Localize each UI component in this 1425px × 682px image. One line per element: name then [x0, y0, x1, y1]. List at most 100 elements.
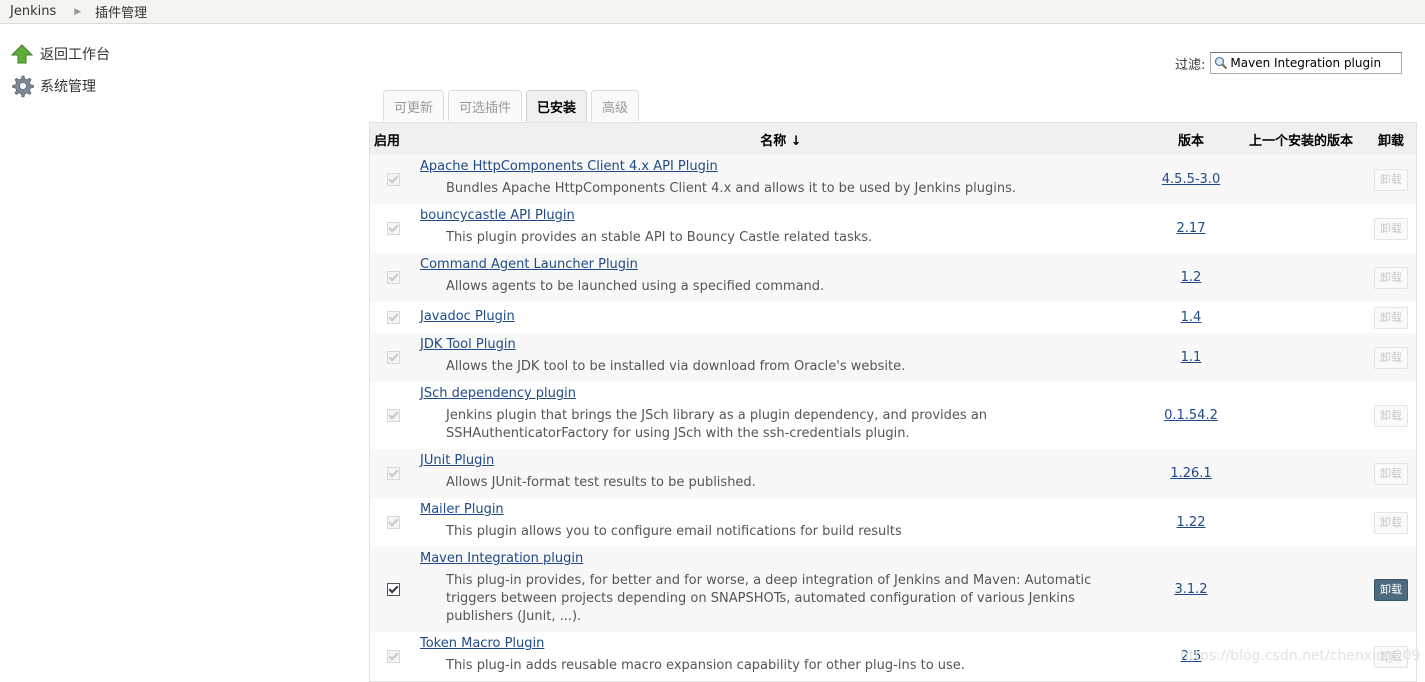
previous-version-cell: [1236, 382, 1366, 449]
installed-plugins-table: 启用 名称 ↓ 版本 上一个安装的版本 卸载 Apache HttpCompon…: [369, 122, 1417, 682]
enable-checkbox: [386, 409, 400, 422]
breadcrumb-separator-icon: ▶: [74, 6, 82, 17]
enable-cell: [369, 204, 416, 253]
plugin-version-link[interactable]: 1.2: [1181, 270, 1202, 285]
previous-version-cell: [1236, 302, 1366, 333]
plugin-name-cell: Command Agent Launcher Plugin Allows agen…: [416, 253, 1146, 302]
plugin-version-link[interactable]: 1.26.1: [1170, 466, 1211, 481]
breadcrumb-plugin-manager[interactable]: 插件管理: [85, 2, 157, 21]
plugin-name-link[interactable]: Apache HttpComponents Client 4.x API Plu…: [420, 159, 718, 174]
plugin-name-link[interactable]: Token Macro Plugin: [420, 636, 544, 651]
uninstall-cell: 卸载: [1366, 382, 1417, 449]
enable-cell: [369, 155, 416, 204]
uninstall-cell: 卸载: [1366, 253, 1417, 302]
plugin-name-cell: JSch dependency plugin Jenkins plugin tha…: [416, 382, 1146, 449]
uninstall-button: 卸载: [1374, 346, 1408, 369]
plugin-name-cell: bouncycastle API Plugin This plugin provi…: [416, 204, 1146, 253]
side-panel: 返回工作台 系统管理: [10, 38, 210, 102]
plugin-description: Allows JUnit-format test results to be p…: [446, 475, 756, 490]
plugin-description: This plug-in adds reusable macro expansi…: [446, 658, 965, 673]
gear-icon: [10, 74, 34, 98]
filter-box: 过滤:: [1175, 52, 1403, 74]
tab-available[interactable]: 可选插件: [448, 90, 523, 121]
table-header-row: 启用 名称 ↓ 版本 上一个安装的版本 卸载: [369, 122, 1417, 155]
enable-checkbox: [386, 351, 400, 364]
plugin-description: Allows agents to be launched using a spe…: [446, 279, 825, 294]
plugin-version-link[interactable]: 1.4: [1181, 310, 1202, 325]
header-uninstall[interactable]: 卸载: [1366, 122, 1417, 155]
task-back-to-dashboard-link[interactable]: 返回工作台: [40, 44, 110, 64]
plugin-description: Allows the JDK tool to be installed via …: [446, 359, 906, 374]
plugin-version-link[interactable]: 0.1.54.2: [1164, 408, 1218, 423]
plugin-name-cell: Apache HttpComponents Client 4.x API Plu…: [416, 155, 1146, 204]
enable-checkbox: [386, 311, 400, 324]
enable-checkbox[interactable]: [386, 583, 400, 596]
tab-advanced[interactable]: 高级: [591, 90, 640, 121]
enable-cell: [369, 302, 416, 333]
plugin-version-link[interactable]: 2.17: [1177, 221, 1206, 236]
plugin-version-link[interactable]: 1.1: [1181, 350, 1202, 365]
uninstall-button[interactable]: 卸载: [1374, 578, 1408, 601]
plugin-name-link[interactable]: JUnit Plugin: [420, 453, 494, 468]
uninstall-button: 卸载: [1374, 168, 1408, 191]
plugin-name-link[interactable]: JDK Tool Plugin: [420, 337, 516, 352]
plugin-name-link[interactable]: Javadoc Plugin: [420, 309, 515, 324]
plugin-version-cell: 1.22: [1146, 498, 1236, 547]
breadcrumb-jenkins[interactable]: Jenkins: [0, 4, 66, 19]
uninstall-button: 卸载: [1374, 404, 1408, 427]
plugin-name-link[interactable]: Mailer Plugin: [420, 502, 504, 517]
previous-version-cell: [1236, 498, 1366, 547]
plugin-name-link[interactable]: Maven Integration plugin: [420, 551, 583, 566]
watermark: https://blog.csdn.net/chenxing109: [1180, 648, 1421, 664]
up-arrow-icon: [10, 42, 34, 66]
tab-bar: 可更新 可选插件 已安装 高级: [383, 90, 643, 122]
plugin-name-link[interactable]: Command Agent Launcher Plugin: [420, 257, 638, 272]
plugin-version-link[interactable]: 1.22: [1177, 515, 1206, 530]
table-row: Javadoc Plugin 1.4 卸载: [369, 302, 1417, 333]
task-manage-jenkins[interactable]: 系统管理: [10, 70, 210, 102]
plugin-version-cell: 1.2: [1146, 253, 1236, 302]
enable-cell: [369, 333, 416, 382]
uninstall-cell: 卸载: [1366, 204, 1417, 253]
tab-installed[interactable]: 已安装: [526, 90, 588, 122]
plugin-description: Bundles Apache HttpComponents Client 4.x…: [446, 181, 1017, 196]
header-version[interactable]: 版本: [1146, 122, 1236, 155]
plugin-name-cell: JDK Tool Plugin Allows the JDK tool to be…: [416, 333, 1146, 382]
filter-input[interactable]: [1228, 56, 1398, 70]
plugin-name-link[interactable]: bouncycastle API Plugin: [420, 208, 575, 223]
table-row: JSch dependency plugin Jenkins plugin tha…: [369, 382, 1417, 449]
table-row: Maven Integration plugin This plug-in pro…: [369, 547, 1417, 632]
enable-checkbox: [386, 271, 400, 284]
plugin-version-link[interactable]: 4.5.5-3.0: [1162, 172, 1220, 187]
filter-label: 过滤:: [1175, 57, 1206, 73]
filter-input-wrapper[interactable]: [1210, 52, 1403, 74]
table-row: bouncycastle API Plugin This plugin provi…: [369, 204, 1417, 253]
uninstall-button: 卸载: [1374, 511, 1408, 534]
plugin-name-cell: Javadoc Plugin: [416, 302, 1146, 333]
header-enabled[interactable]: 启用: [369, 122, 416, 155]
plugin-name-cell: Maven Integration plugin This plug-in pro…: [416, 547, 1146, 632]
plugin-name-link[interactable]: JSch dependency plugin: [420, 386, 576, 401]
plugin-version-cell: 2.17: [1146, 204, 1236, 253]
previous-version-cell: [1236, 547, 1366, 632]
uninstall-cell: 卸载: [1366, 498, 1417, 547]
plugin-version-cell: 4.5.5-3.0: [1146, 155, 1236, 204]
plugin-version-cell: 3.1.2: [1146, 547, 1236, 632]
plugin-version-cell: 1.1: [1146, 333, 1236, 382]
task-back-to-dashboard[interactable]: 返回工作台: [10, 38, 210, 70]
plugin-description: Jenkins plugin that brings the JSch libr…: [446, 408, 988, 441]
uninstall-cell: 卸载: [1366, 302, 1417, 333]
table-row: JDK Tool Plugin Allows the JDK tool to be…: [369, 333, 1417, 382]
header-name[interactable]: 名称 ↓: [416, 122, 1146, 155]
plugin-version-link[interactable]: 3.1.2: [1174, 582, 1207, 597]
plugin-name-cell: Token Macro Plugin This plug-in adds reus…: [416, 632, 1146, 682]
task-manage-jenkins-link[interactable]: 系统管理: [40, 76, 96, 96]
enable-checkbox: [386, 467, 400, 480]
enable-checkbox: [386, 222, 400, 235]
enable-cell: [369, 253, 416, 302]
uninstall-button: 卸载: [1374, 266, 1408, 289]
enable-cell: [369, 547, 416, 632]
header-previous-version[interactable]: 上一个安装的版本: [1236, 122, 1366, 155]
tab-updates[interactable]: 可更新: [383, 90, 445, 121]
previous-version-cell: [1236, 333, 1366, 382]
